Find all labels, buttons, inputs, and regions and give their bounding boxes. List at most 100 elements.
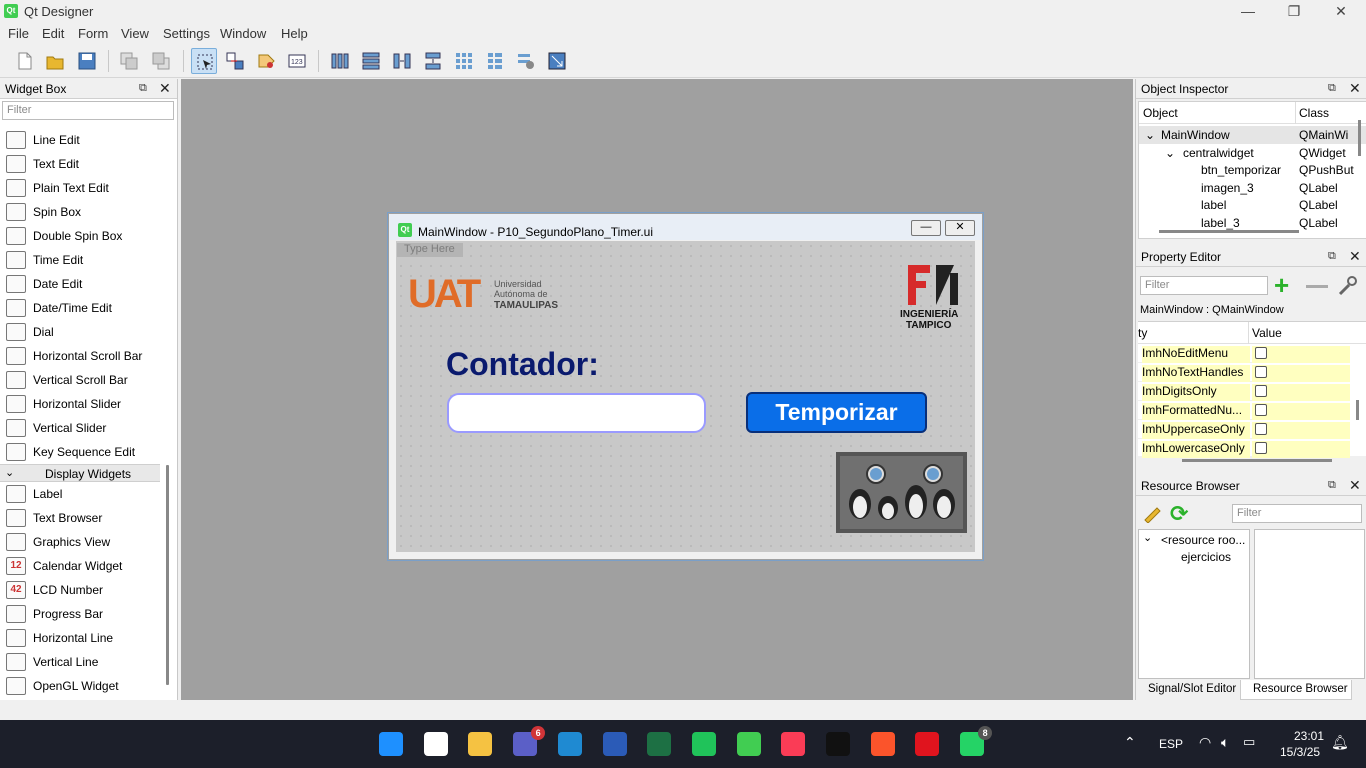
widget-item-4[interactable]: Double Spin Box [0, 224, 160, 248]
remove-property-icon[interactable] [1306, 285, 1328, 288]
edit-widgets-icon[interactable] [191, 48, 217, 74]
clock-time[interactable]: 23:01 [1294, 729, 1324, 743]
property-row[interactable]: ImhFormattedNu... [1138, 401, 1350, 420]
category-display-widgets[interactable]: ⌄ Display Widgets [0, 464, 160, 482]
windows-start-icon[interactable] [375, 728, 407, 760]
reload-icon[interactable]: ⟳ [1170, 501, 1192, 526]
float-icon[interactable]: ⧉ [139, 82, 147, 95]
widget-item-1[interactable]: Text Edit [0, 152, 160, 176]
layout-grid-icon[interactable] [451, 48, 477, 74]
object-row[interactable]: imagen_3 QLabel [1139, 179, 1366, 197]
add-property-icon[interactable]: + [1274, 272, 1296, 298]
display-widget-item-0[interactable]: Label [0, 482, 160, 506]
pycharm-icon[interactable] [688, 728, 720, 760]
menu-type-here[interactable]: Type Here [397, 243, 463, 257]
menu-file[interactable]: File [8, 26, 29, 41]
object-row[interactable]: label QLabel [1139, 196, 1366, 214]
splitter-horizontal-icon[interactable] [389, 48, 415, 74]
contador-label[interactable]: Contador: [446, 346, 599, 383]
close-icon[interactable]: ✕ [1349, 248, 1361, 265]
qt-designer-icon[interactable] [733, 728, 765, 760]
widget-item-12[interactable]: Vertical Slider [0, 416, 160, 440]
display-widget-item-3[interactable]: 12 Calendar Widget [0, 554, 160, 578]
splitter-vertical-icon[interactable] [420, 48, 446, 74]
resource-root[interactable]: <resource roo... [1161, 533, 1245, 547]
property-row[interactable]: ImhNoTextHandles [1138, 363, 1350, 382]
widget-box-scrollbar[interactable] [166, 465, 169, 685]
form-minimize-button[interactable]: — [911, 220, 941, 236]
temporizar-button[interactable]: Temporizar [746, 392, 927, 433]
minimize-button[interactable]: — [1225, 0, 1271, 24]
form-close-button[interactable]: ✕ [945, 220, 975, 236]
property-row[interactable]: ImhNoEditMenu [1138, 344, 1350, 363]
widget-item-5[interactable]: Time Edit [0, 248, 160, 272]
display-widget-item-2[interactable]: Graphics View [0, 530, 160, 554]
penguins-image[interactable] [836, 452, 967, 533]
notification-bell-icon[interactable]: 🔔︎ [1331, 734, 1349, 751]
resource-ejercicios[interactable]: ejercicios [1181, 550, 1231, 564]
object-row[interactable]: btn_temporizar QPushBut [1139, 161, 1366, 179]
close-icon[interactable]: ✕ [1349, 80, 1361, 97]
object-tree-hscrollbar[interactable] [1159, 230, 1299, 233]
widget-item-6[interactable]: Date Edit [0, 272, 160, 296]
widget-item-8[interactable]: Dial [0, 320, 160, 344]
col-class[interactable]: Class [1299, 106, 1329, 120]
object-row[interactable]: ⌄ MainWindow QMainWi [1139, 126, 1366, 144]
widget-item-11[interactable]: Horizontal Slider [0, 392, 160, 416]
language-indicator[interactable]: ESP [1159, 737, 1183, 751]
widget-item-10[interactable]: Vertical Scroll Bar [0, 368, 160, 392]
send-back-icon[interactable] [116, 48, 142, 74]
close-icon[interactable]: ✕ [159, 80, 171, 97]
fi-logo[interactable]: INGENIERÍA TAMPICO [898, 265, 970, 336]
search-icon[interactable] [420, 728, 452, 760]
property-checkbox[interactable] [1255, 404, 1267, 416]
layout-horizontal-icon[interactable] [327, 48, 353, 74]
restore-button[interactable]: ❐ [1271, 0, 1317, 24]
property-hscrollbar[interactable] [1182, 459, 1332, 462]
break-layout-icon[interactable] [513, 48, 539, 74]
col-value[interactable]: Value [1252, 326, 1282, 340]
menu-edit[interactable]: Edit [42, 26, 64, 41]
tab-signal-slot-editor[interactable]: Signal/Slot Editor [1148, 683, 1236, 695]
brave-icon[interactable] [867, 728, 899, 760]
col-object[interactable]: Object [1143, 106, 1178, 120]
widget-item-9[interactable]: Horizontal Scroll Bar [0, 344, 160, 368]
display-widget-item-7[interactable]: Vertical Line [0, 650, 160, 674]
display-widget-item-4[interactable]: 42 LCD Number [0, 578, 160, 602]
menu-form[interactable]: Form [78, 26, 108, 41]
property-scrollbar[interactable] [1356, 400, 1359, 420]
display-widget-item-1[interactable]: Text Browser [0, 506, 160, 530]
save-icon[interactable] [74, 48, 100, 74]
edit-buddies-icon[interactable] [253, 48, 279, 74]
col-property[interactable]: ty [1138, 326, 1147, 340]
resource-filter-input[interactable]: Filter [1232, 504, 1362, 523]
object-tree[interactable]: Object Class ⌄ MainWindow QMainWi ⌄ centralw… [1138, 101, 1366, 239]
property-checkbox[interactable] [1255, 423, 1267, 435]
property-checkbox[interactable] [1255, 385, 1267, 397]
chevron-down-icon[interactable]: ⌄ [1145, 128, 1155, 142]
widget-filter-input[interactable]: Filter [2, 101, 174, 120]
property-row[interactable]: ImhUppercaseOnly [1138, 420, 1350, 439]
display-widget-item-6[interactable]: Horizontal Line [0, 626, 160, 650]
opera-icon[interactable] [911, 728, 943, 760]
property-row[interactable]: ImhLowercaseOnly [1138, 439, 1350, 458]
resource-tree[interactable]: ⌄ <resource roo... ejercicios [1138, 529, 1250, 679]
property-checkbox[interactable] [1255, 442, 1267, 454]
volume-icon[interactable]: 🔈︎ [1221, 734, 1229, 751]
widget-item-0[interactable]: Line Edit [0, 128, 160, 152]
adjust-size-icon[interactable] [544, 48, 570, 74]
display-widget-item-5[interactable]: Progress Bar [0, 602, 160, 626]
property-row[interactable]: ImhDigitsOnly [1138, 382, 1350, 401]
widget-item-3[interactable]: Spin Box [0, 200, 160, 224]
file-explorer-icon[interactable] [464, 728, 496, 760]
close-button[interactable]: ✕ [1318, 0, 1364, 24]
display-widget-item-8[interactable]: OpenGL Widget [0, 674, 160, 698]
float-icon[interactable]: ⧉ [1328, 82, 1336, 95]
float-icon[interactable]: ⧉ [1328, 479, 1336, 492]
whatsapp-icon[interactable]: 8 [956, 726, 993, 760]
tab-resource-browser[interactable]: Resource Browser [1253, 683, 1348, 695]
layout-vertical-icon[interactable] [358, 48, 384, 74]
battery-icon[interactable]: ▭ [1243, 734, 1255, 750]
property-checkbox[interactable] [1255, 347, 1267, 359]
object-tree-scrollbar[interactable] [1358, 120, 1361, 156]
